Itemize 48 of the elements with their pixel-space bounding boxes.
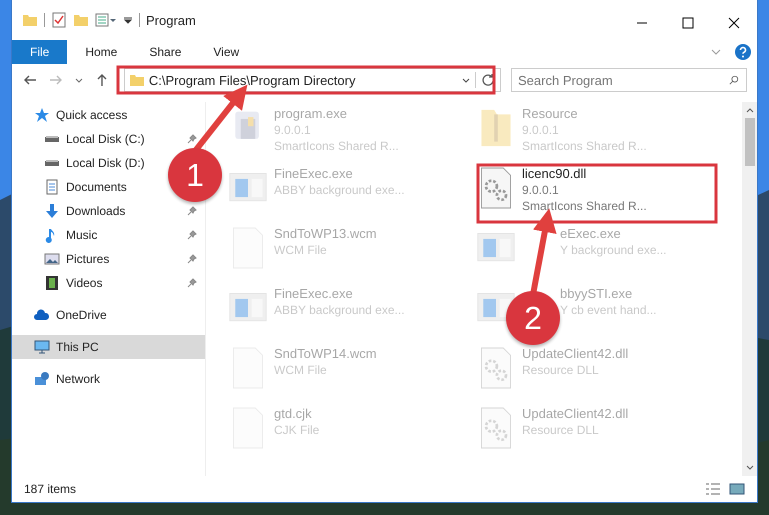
properties-icon[interactable] (95, 12, 117, 28)
network-icon (34, 371, 50, 387)
sidebar-item[interactable]: Documents (44, 177, 127, 197)
film-icon (44, 275, 60, 291)
ribbon-tab[interactable]: Home (71, 40, 132, 64)
sidebar-item[interactable]: OneDrive (34, 305, 107, 325)
sidebar-item[interactable]: Downloads (44, 201, 126, 221)
sidebar-item[interactable]: Pictures (44, 249, 110, 269)
search-field[interactable]: Search Program (511, 68, 748, 92)
sidebar-item[interactable]: Quick access (34, 105, 128, 125)
item-count: 187 items (24, 482, 76, 496)
scrollbar-thumb[interactable] (744, 118, 754, 166)
sidebar-item[interactable]: Music (44, 225, 98, 245)
address-bar[interactable]: C:\Program Files\Program Directory (124, 68, 502, 92)
help-icon[interactable] (735, 44, 751, 60)
sidebar-item[interactable]: Network (34, 369, 100, 389)
sidebar-item[interactable]: Local Disk (D:) (44, 153, 145, 173)
details-view-icon[interactable] (705, 481, 721, 497)
file-name[interactable]: licenc90.dll (522, 166, 586, 182)
chevron-icon[interactable] (711, 47, 721, 57)
sidebar-item[interactable]: This PC (34, 337, 99, 357)
search-icon[interactable] (729, 75, 740, 85)
monitor-icon (34, 339, 50, 355)
star-icon (34, 107, 50, 123)
drive-icon (44, 159, 60, 167)
download-icon (44, 203, 60, 219)
folder-icon (128, 72, 145, 88)
sidebar-item[interactable]: Videos (44, 273, 102, 293)
pin-icon[interactable] (187, 278, 197, 288)
address-path: C:\Program Files\Program Directory (148, 72, 356, 88)
pin-icon[interactable] (187, 206, 197, 216)
file-detail: SmartIcons Shared R... (522, 198, 647, 214)
tiles-view-icon[interactable] (729, 481, 745, 497)
drive-icon (44, 135, 60, 143)
pin-icon[interactable] (187, 134, 197, 144)
sidebar-item[interactable]: Local Disk (C:) (44, 129, 145, 149)
picture-icon (44, 251, 60, 267)
file-detail: 9.0.0.1 (522, 182, 559, 198)
pin-icon[interactable] (187, 254, 197, 264)
ribbon-tab[interactable]: File (12, 40, 68, 64)
checklist-icon[interactable] (51, 12, 67, 28)
ribbon-tab[interactable]: Share (135, 40, 196, 64)
window-title: Program (146, 12, 196, 28)
pin-icon[interactable] (187, 230, 197, 240)
dropdown-icon[interactable] (123, 15, 133, 25)
cloud-icon (34, 307, 50, 323)
document-icon (44, 179, 60, 195)
ribbon-tab[interactable]: View (199, 40, 254, 64)
